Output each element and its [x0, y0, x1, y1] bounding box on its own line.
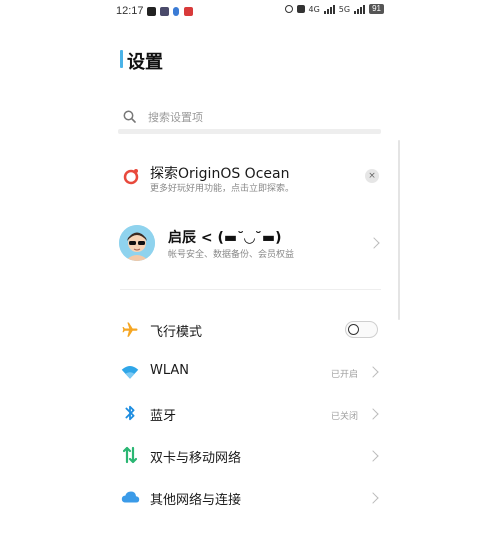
cloud-icon [121, 491, 140, 503]
search-icon [123, 110, 136, 123]
setting-value-bluetooth: 已关闭 [331, 412, 359, 422]
scrollbar[interactable] [398, 140, 400, 320]
setting-label-airplane: 飞行模式 [150, 325, 203, 340]
airplane-icon [122, 322, 138, 337]
setting-label-dual-sim: 双卡与移动网络 [150, 451, 242, 466]
signal-label-1: 4G [308, 4, 320, 14]
notification-icon [184, 7, 193, 16]
status-right: 4G 5G 91 [284, 4, 384, 14]
setting-value-wlan: 已开启 [331, 370, 359, 380]
alarm-icon [284, 5, 293, 13]
setting-label-other-network: 其他网络与连接 [150, 493, 242, 508]
signal-icon [323, 4, 335, 14]
setting-label-bluetooth: 蓝牙 [150, 409, 177, 424]
setting-label-wlan: WLAN [150, 363, 190, 378]
bluetooth-icon [125, 405, 135, 421]
mute-icon [296, 5, 305, 13]
search-underline [118, 129, 381, 134]
origin-os-icon [123, 169, 139, 185]
page-title: 设置 [127, 52, 163, 73]
signal-icon [354, 4, 366, 14]
avatar[interactable] [119, 225, 155, 261]
battery-indicator: 91 [369, 4, 384, 14]
promo-subtitle: 更多好玩好用功能，点击立即探索。 [150, 184, 295, 194]
wifi-icon [121, 366, 139, 379]
account-subtitle: 帐号安全、数据备份、会员权益 [168, 250, 295, 260]
notification-icon [173, 7, 179, 16]
search-placeholder: 搜索设置项 [148, 111, 203, 124]
dual-sim-icon [123, 446, 137, 464]
title-accent-bar [120, 50, 123, 68]
divider [120, 289, 381, 290]
notification-icon [147, 7, 156, 16]
close-button[interactable]: × [365, 169, 379, 183]
status-time: 12:17 [116, 5, 144, 17]
notification-icon [160, 7, 169, 16]
promo-title: 探索OriginOS Ocean [150, 166, 290, 182]
account-name: 启辰 < (▬˘◡˘▬) [168, 230, 282, 246]
airplane-mode-toggle[interactable] [345, 321, 378, 338]
signal-label-2: 5G [338, 4, 351, 14]
